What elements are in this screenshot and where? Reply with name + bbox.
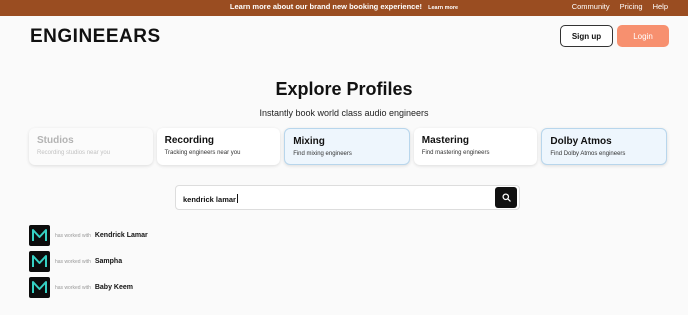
category-card-dolby-atmos[interactable]: Dolby Atmos Find Dolby Atmos engineers — [541, 128, 667, 165]
search-icon — [501, 193, 511, 202]
text-caret — [236, 194, 238, 203]
category-card-mixing[interactable]: Mixing Find mixing engineers — [284, 128, 410, 165]
search-input-value: kendrick lamar — [183, 195, 236, 204]
result-name: Baby Keem — [94, 284, 133, 291]
m-logo-icon — [29, 251, 50, 272]
category-card-recording[interactable]: Recording Tracking engineers near you — [156, 128, 281, 165]
announcement-text: Learn more about our brand new booking e… — [229, 2, 423, 11]
learn-more-link[interactable]: Learn more — [428, 5, 458, 11]
m-logo-icon — [29, 225, 50, 246]
pricing-link[interactable]: Pricing — [620, 2, 643, 11]
result-prefix: has worked with — [55, 232, 91, 239]
category-title: Mastering — [421, 135, 470, 146]
search-results: has worked with Kendrick Lamar has worke… — [29, 225, 148, 303]
page-subtitle: Instantly book world class audio enginee… — [259, 108, 429, 118]
search-bar: kendrick lamar — [175, 185, 520, 210]
top-links: Community Pricing Help — [572, 2, 668, 11]
result-name: Sampha — [94, 258, 123, 265]
category-description: Find mastering engineers — [421, 150, 490, 156]
result-prefix: has worked with — [55, 258, 91, 265]
login-button[interactable]: Login — [617, 25, 669, 47]
announcement-bar: Learn more about our brand new booking e… — [0, 0, 688, 16]
community-link[interactable]: Community — [572, 2, 610, 11]
category-title: Mixing — [293, 136, 325, 147]
category-cards: Studios Recording studios near you Recor… — [29, 128, 667, 165]
category-card-studios[interactable]: Studios Recording studios near you — [29, 128, 153, 165]
m-logo-icon — [29, 277, 50, 298]
category-description: Tracking engineers near you — [164, 150, 241, 156]
search-input[interactable]: kendrick lamar — [183, 194, 238, 204]
logo[interactable]: ENGINEEARS — [30, 26, 161, 48]
category-description: Recording studios near you — [37, 150, 111, 156]
category-card-mastering[interactable]: Mastering Find mastering engineers — [413, 128, 538, 165]
search-button[interactable] — [495, 187, 517, 208]
help-link[interactable]: Help — [653, 2, 668, 11]
signup-button[interactable]: Sign up — [560, 25, 613, 47]
result-prefix: has worked with — [55, 284, 91, 291]
list-item[interactable]: has worked with Baby Keem — [29, 277, 148, 298]
category-description: Find mixing engineers — [293, 151, 352, 157]
category-title: Recording — [164, 135, 215, 146]
page-title: Explore Profiles — [275, 79, 413, 99]
list-item[interactable]: has worked with Kendrick Lamar — [29, 225, 148, 246]
category-title: Dolby Atmos — [550, 136, 612, 147]
result-name: Kendrick Lamar — [94, 232, 148, 239]
category-title: Studios — [37, 135, 74, 146]
category-description: Find Dolby Atmos engineers — [550, 151, 626, 157]
list-item[interactable]: has worked with Sampha — [29, 251, 148, 272]
